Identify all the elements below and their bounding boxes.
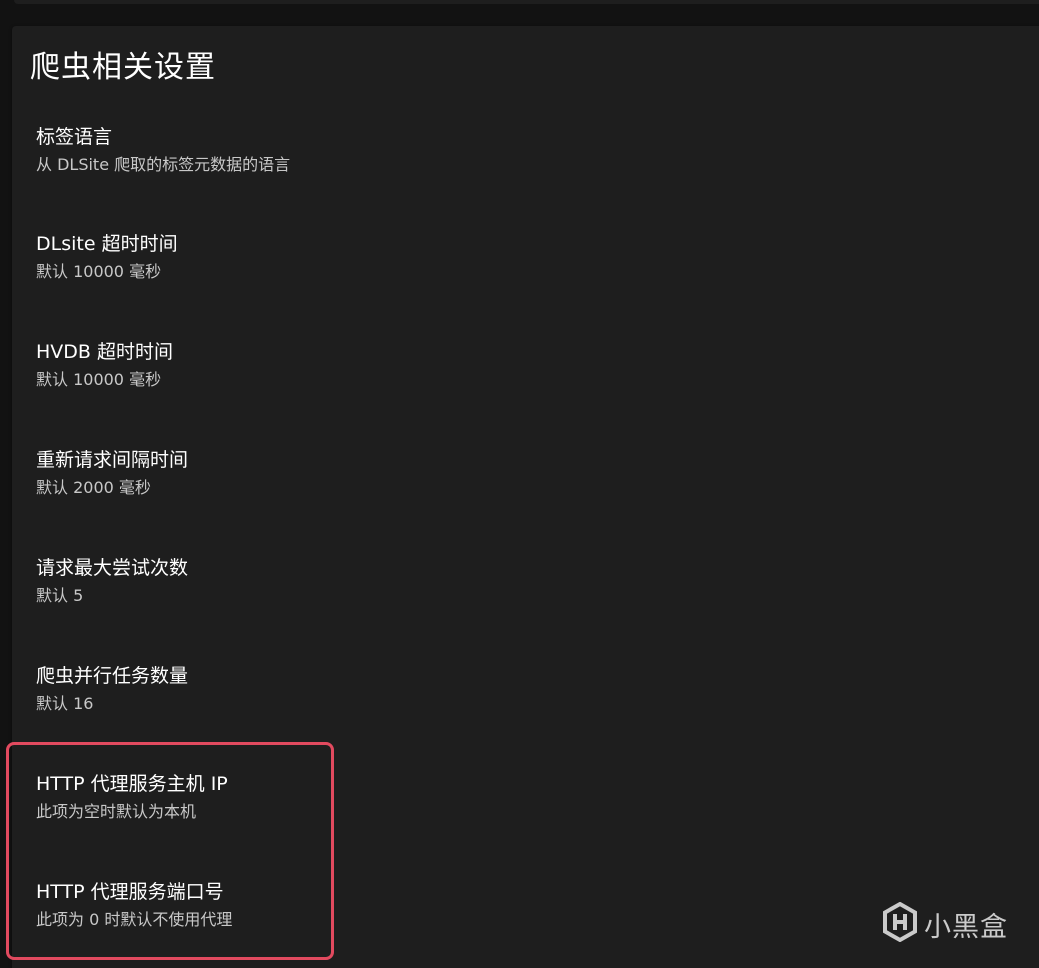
crawler-settings-card: 爬虫相关设置 标签语言 从 DLSite 爬取的标签元数据的语言 DLsite …: [12, 26, 1039, 968]
top-panel: [14, 0, 1039, 4]
setting-title: DLsite 超时时间: [36, 233, 178, 255]
xiaoheihe-logo-icon: [882, 901, 918, 946]
setting-title: HTTP 代理服务主机 IP: [36, 773, 228, 795]
setting-subtitle: 此项为 0 时默认不使用代理: [36, 910, 233, 929]
watermark: 小黑盒: [882, 901, 1008, 946]
setting-title: HTTP 代理服务端口号: [36, 881, 224, 903]
setting-subtitle: 默认 10000 毫秒: [36, 370, 162, 389]
setting-item-dlsite-timeout[interactable]: DLsite 超时时间 默认 10000 毫秒: [36, 231, 736, 303]
setting-item-tag-language[interactable]: 标签语言 从 DLSite 爬取的标签元数据的语言: [36, 124, 736, 196]
setting-item-parallel-tasks[interactable]: 爬虫并行任务数量 默认 16: [36, 663, 736, 735]
setting-subtitle: 默认 16: [36, 694, 94, 713]
setting-subtitle: 默认 10000 毫秒: [36, 262, 162, 281]
setting-item-proxy-port[interactable]: HTTP 代理服务端口号 此项为 0 时默认不使用代理: [36, 879, 736, 951]
setting-item-hvdb-timeout[interactable]: HVDB 超时时间 默认 10000 毫秒: [36, 339, 736, 411]
setting-item-max-retries[interactable]: 请求最大尝试次数 默认 5: [36, 555, 736, 627]
setting-subtitle: 默认 5: [36, 586, 84, 605]
section-title: 爬虫相关设置: [30, 50, 216, 85]
setting-item-proxy-host[interactable]: HTTP 代理服务主机 IP 此项为空时默认为本机: [36, 771, 736, 843]
setting-subtitle: 此项为空时默认为本机: [36, 802, 197, 821]
setting-item-retry-interval[interactable]: 重新请求间隔时间 默认 2000 毫秒: [36, 447, 736, 519]
setting-title: 请求最大尝试次数: [36, 557, 189, 579]
setting-title: 标签语言: [36, 126, 113, 148]
watermark-text: 小黑盒: [924, 911, 1008, 943]
setting-title: 爬虫并行任务数量: [36, 665, 189, 687]
setting-title: 重新请求间隔时间: [36, 449, 189, 471]
setting-subtitle: 从 DLSite 爬取的标签元数据的语言: [36, 155, 291, 174]
setting-subtitle: 默认 2000 毫秒: [36, 478, 151, 497]
setting-title: HVDB 超时时间: [36, 341, 173, 363]
